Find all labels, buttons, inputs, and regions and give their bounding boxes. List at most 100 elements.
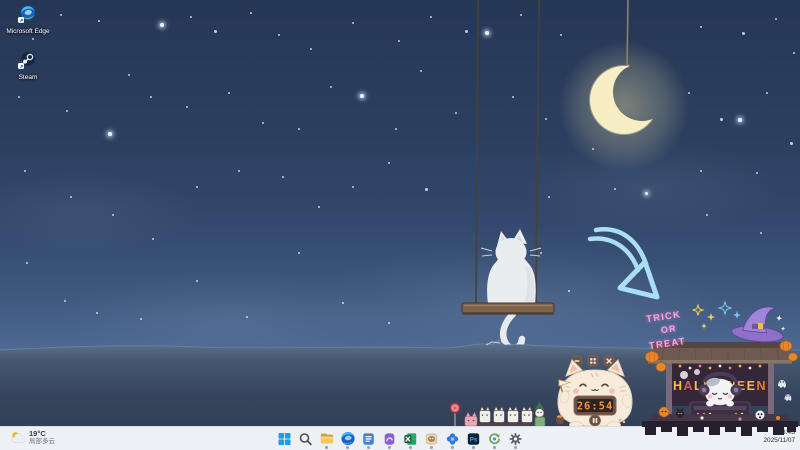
- tray-date: 2025/11/07: [763, 437, 795, 445]
- star: [70, 196, 72, 198]
- star: [196, 280, 198, 282]
- flower-app-icon: [446, 432, 460, 446]
- star: [66, 110, 68, 112]
- star: [150, 96, 152, 98]
- halloween-stand-widget[interactable]: HALLOWEEN TRICK TRICK OR OR TREAT: [640, 300, 800, 438]
- taskbar-center-icons: Ps: [276, 427, 525, 450]
- star: [388, 322, 390, 324]
- taskbar-icon-chat-app[interactable]: [423, 428, 441, 450]
- star: [98, 20, 100, 22]
- star: [342, 302, 344, 304]
- folder-icon: [319, 431, 334, 446]
- taskbar-icon-excel[interactable]: [402, 428, 420, 450]
- star: [262, 122, 264, 124]
- star: [395, 128, 397, 130]
- star: [614, 188, 616, 190]
- taskbar-icon-settings[interactable]: [507, 428, 525, 450]
- taskbar-icon-sync-app[interactable]: [486, 428, 504, 450]
- star: [298, 252, 300, 254]
- star: [238, 170, 240, 172]
- moon: [584, 0, 674, 140]
- star: [112, 214, 114, 216]
- taskbar-icon-purple-app[interactable]: [381, 428, 399, 450]
- sync-app-icon: [488, 432, 502, 446]
- taskbar-icon-edge[interactable]: [339, 428, 357, 450]
- pet-sign: [450, 403, 460, 426]
- clock-close-button[interactable]: [604, 356, 614, 366]
- star: [310, 48, 312, 50]
- taskbar-weather-widget[interactable]: 19°C 局部多云: [10, 429, 55, 446]
- star: [26, 262, 28, 264]
- witch-hat: [731, 303, 788, 344]
- star: [775, 18, 777, 20]
- star: [24, 170, 26, 172]
- weather-icon: [10, 430, 25, 445]
- svg-text:Ps: Ps: [470, 436, 478, 443]
- star: [425, 188, 428, 191]
- star: [228, 92, 230, 94]
- star: [790, 142, 793, 145]
- coffee-mug: [556, 415, 564, 424]
- pet-pink-cat: [465, 413, 477, 427]
- star: [190, 16, 192, 18]
- star: [60, 14, 62, 16]
- cat-clock-widget[interactable]: 26:54: [550, 354, 640, 430]
- taskbar-icon-file-explorer[interactable]: [318, 428, 336, 450]
- taskbar-icon-start[interactable]: [276, 428, 294, 450]
- sparkle-stars: [693, 302, 741, 329]
- desktop: Microsoft Edge Steam: [0, 0, 800, 450]
- stand-post: [768, 362, 774, 420]
- star: [766, 92, 768, 94]
- desktop-icon-steam[interactable]: Steam: [2, 51, 54, 82]
- star: [398, 40, 400, 42]
- star: [196, 186, 198, 188]
- taskbar-icon-reader-app[interactable]: [360, 428, 378, 450]
- cat-on-swing: [440, 0, 590, 365]
- windows-start-icon: [278, 432, 292, 446]
- star: [738, 118, 742, 122]
- star: [700, 26, 702, 28]
- taskbar-icon-photoshop[interactable]: Ps: [465, 428, 483, 450]
- star: [298, 128, 300, 130]
- arrow-annotation: [586, 224, 671, 306]
- star: [700, 170, 702, 172]
- star: [760, 232, 762, 234]
- star: [18, 96, 20, 98]
- weather-temperature: 19°C: [29, 429, 55, 438]
- star: [756, 172, 758, 174]
- star: [186, 106, 188, 108]
- star: [742, 32, 745, 35]
- icon-label: Microsoft Edge: [2, 28, 54, 36]
- ghosts: [778, 380, 791, 401]
- icon-label: Steam: [2, 74, 54, 82]
- taskbar-icon-flower-app[interactable]: [444, 428, 462, 450]
- star: [720, 118, 723, 121]
- desktop-icon-microsoft-edge[interactable]: Microsoft Edge: [2, 5, 54, 36]
- neon-sign: TRICK TRICK OR OR TREAT TREAT: [645, 309, 687, 352]
- clock-pause-button[interactable]: [590, 415, 601, 426]
- star: [318, 206, 320, 208]
- clock-display: 26:54: [574, 396, 616, 415]
- lantern: [680, 371, 688, 379]
- pixel-pets-widget[interactable]: [446, 400, 550, 428]
- edge-icon: [340, 431, 355, 446]
- star: [246, 316, 248, 318]
- star: [32, 38, 34, 40]
- taskbar-icon-search[interactable]: [297, 428, 315, 450]
- reader-app-icon: [362, 432, 376, 446]
- star: [108, 132, 112, 136]
- stand-trim: [642, 421, 798, 436]
- photoshop-icon: Ps: [467, 432, 481, 446]
- paw-dot: [619, 419, 622, 422]
- weather-condition: 局部多云: [29, 438, 55, 446]
- purple-app-icon: [383, 432, 397, 446]
- moon-string: [627, 0, 628, 68]
- clock-resize-button[interactable]: [588, 356, 598, 366]
- excel-icon: [404, 432, 418, 446]
- star: [282, 176, 284, 178]
- search-icon: [299, 432, 313, 446]
- gear-icon: [509, 432, 523, 446]
- chat-app-icon: [425, 432, 439, 446]
- star: [706, 214, 708, 216]
- lantern: [694, 369, 700, 375]
